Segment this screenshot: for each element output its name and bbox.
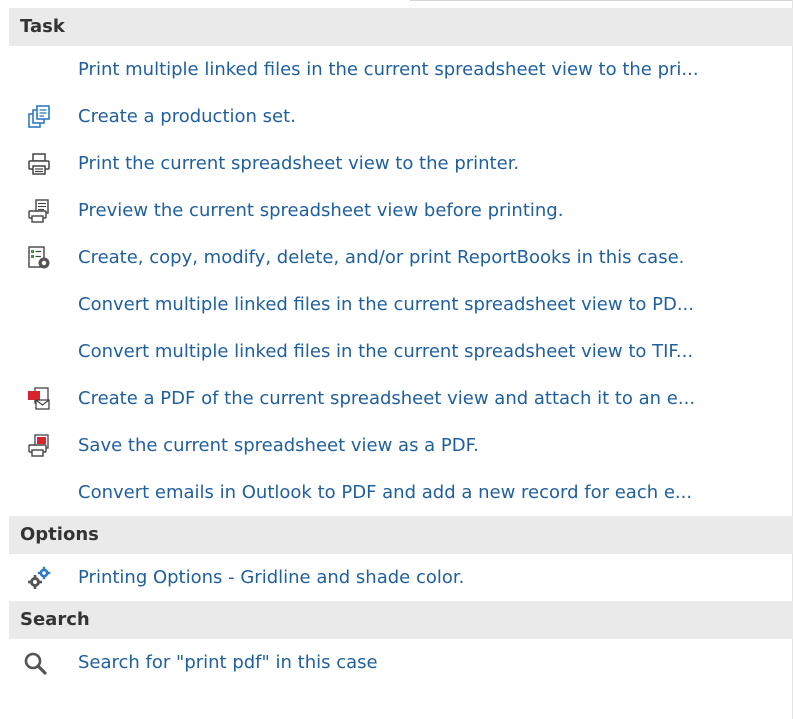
item-label: Convert multiple linked files in the cur… xyxy=(78,341,694,362)
task-item-save-pdf[interactable]: Save the current spreadsheet view as a P… xyxy=(9,422,793,469)
item-label: Printing Options - Gridline and shade co… xyxy=(78,567,465,588)
options-item-printing-options[interactable]: Printing Options - Gridline and shade co… xyxy=(9,554,793,601)
item-label: Print multiple linked files in the curre… xyxy=(78,59,699,80)
printer-icon xyxy=(27,152,51,176)
reportbook-icon xyxy=(27,246,51,270)
search-results-panel: Task Print multiple linked files in the … xyxy=(9,8,793,686)
item-label: Convert emails in Outlook to PDF and add… xyxy=(78,482,693,503)
item-label: Preview the current spreadsheet view bef… xyxy=(78,200,564,221)
item-label: Search for "print pdf" in this case xyxy=(78,652,378,673)
pdf-save-icon xyxy=(27,434,51,458)
task-item-print-linked-files[interactable]: Print multiple linked files in the curre… xyxy=(9,46,793,93)
top-border xyxy=(410,0,793,1)
item-label: Print the current spreadsheet view to th… xyxy=(78,153,520,174)
print-preview-icon xyxy=(27,199,51,223)
task-item-reportbooks[interactable]: Create, copy, modify, delete, and/or pri… xyxy=(9,234,793,281)
item-label: Save the current spreadsheet view as a P… xyxy=(78,435,479,456)
search-icon xyxy=(23,651,47,675)
section-header-task: Task xyxy=(9,8,793,46)
item-label: Create a PDF of the current spreadsheet … xyxy=(78,388,696,409)
task-item-convert-to-pdf[interactable]: Convert multiple linked files in the cur… xyxy=(9,281,793,328)
section-header-search: Search xyxy=(9,601,793,639)
gears-icon xyxy=(27,566,51,590)
task-item-print-preview[interactable]: Preview the current spreadsheet view bef… xyxy=(9,187,793,234)
task-item-convert-to-tif[interactable]: Convert multiple linked files in the cur… xyxy=(9,328,793,375)
section-header-options: Options xyxy=(9,516,793,554)
item-label: Convert multiple linked files in the cur… xyxy=(78,294,694,315)
task-item-convert-outlook-emails[interactable]: Convert emails in Outlook to PDF and add… xyxy=(9,469,793,516)
task-item-pdf-email[interactable]: Create a PDF of the current spreadsheet … xyxy=(9,375,793,422)
production-set-icon xyxy=(27,105,51,129)
item-label: Create a production set. xyxy=(78,106,296,127)
search-item-search-case[interactable]: Search for "print pdf" in this case xyxy=(9,639,793,686)
task-item-create-production-set[interactable]: Create a production set. xyxy=(9,93,793,140)
task-item-print-view[interactable]: Print the current spreadsheet view to th… xyxy=(9,140,793,187)
pdf-email-icon xyxy=(27,387,51,411)
item-label: Create, copy, modify, delete, and/or pri… xyxy=(78,247,685,268)
